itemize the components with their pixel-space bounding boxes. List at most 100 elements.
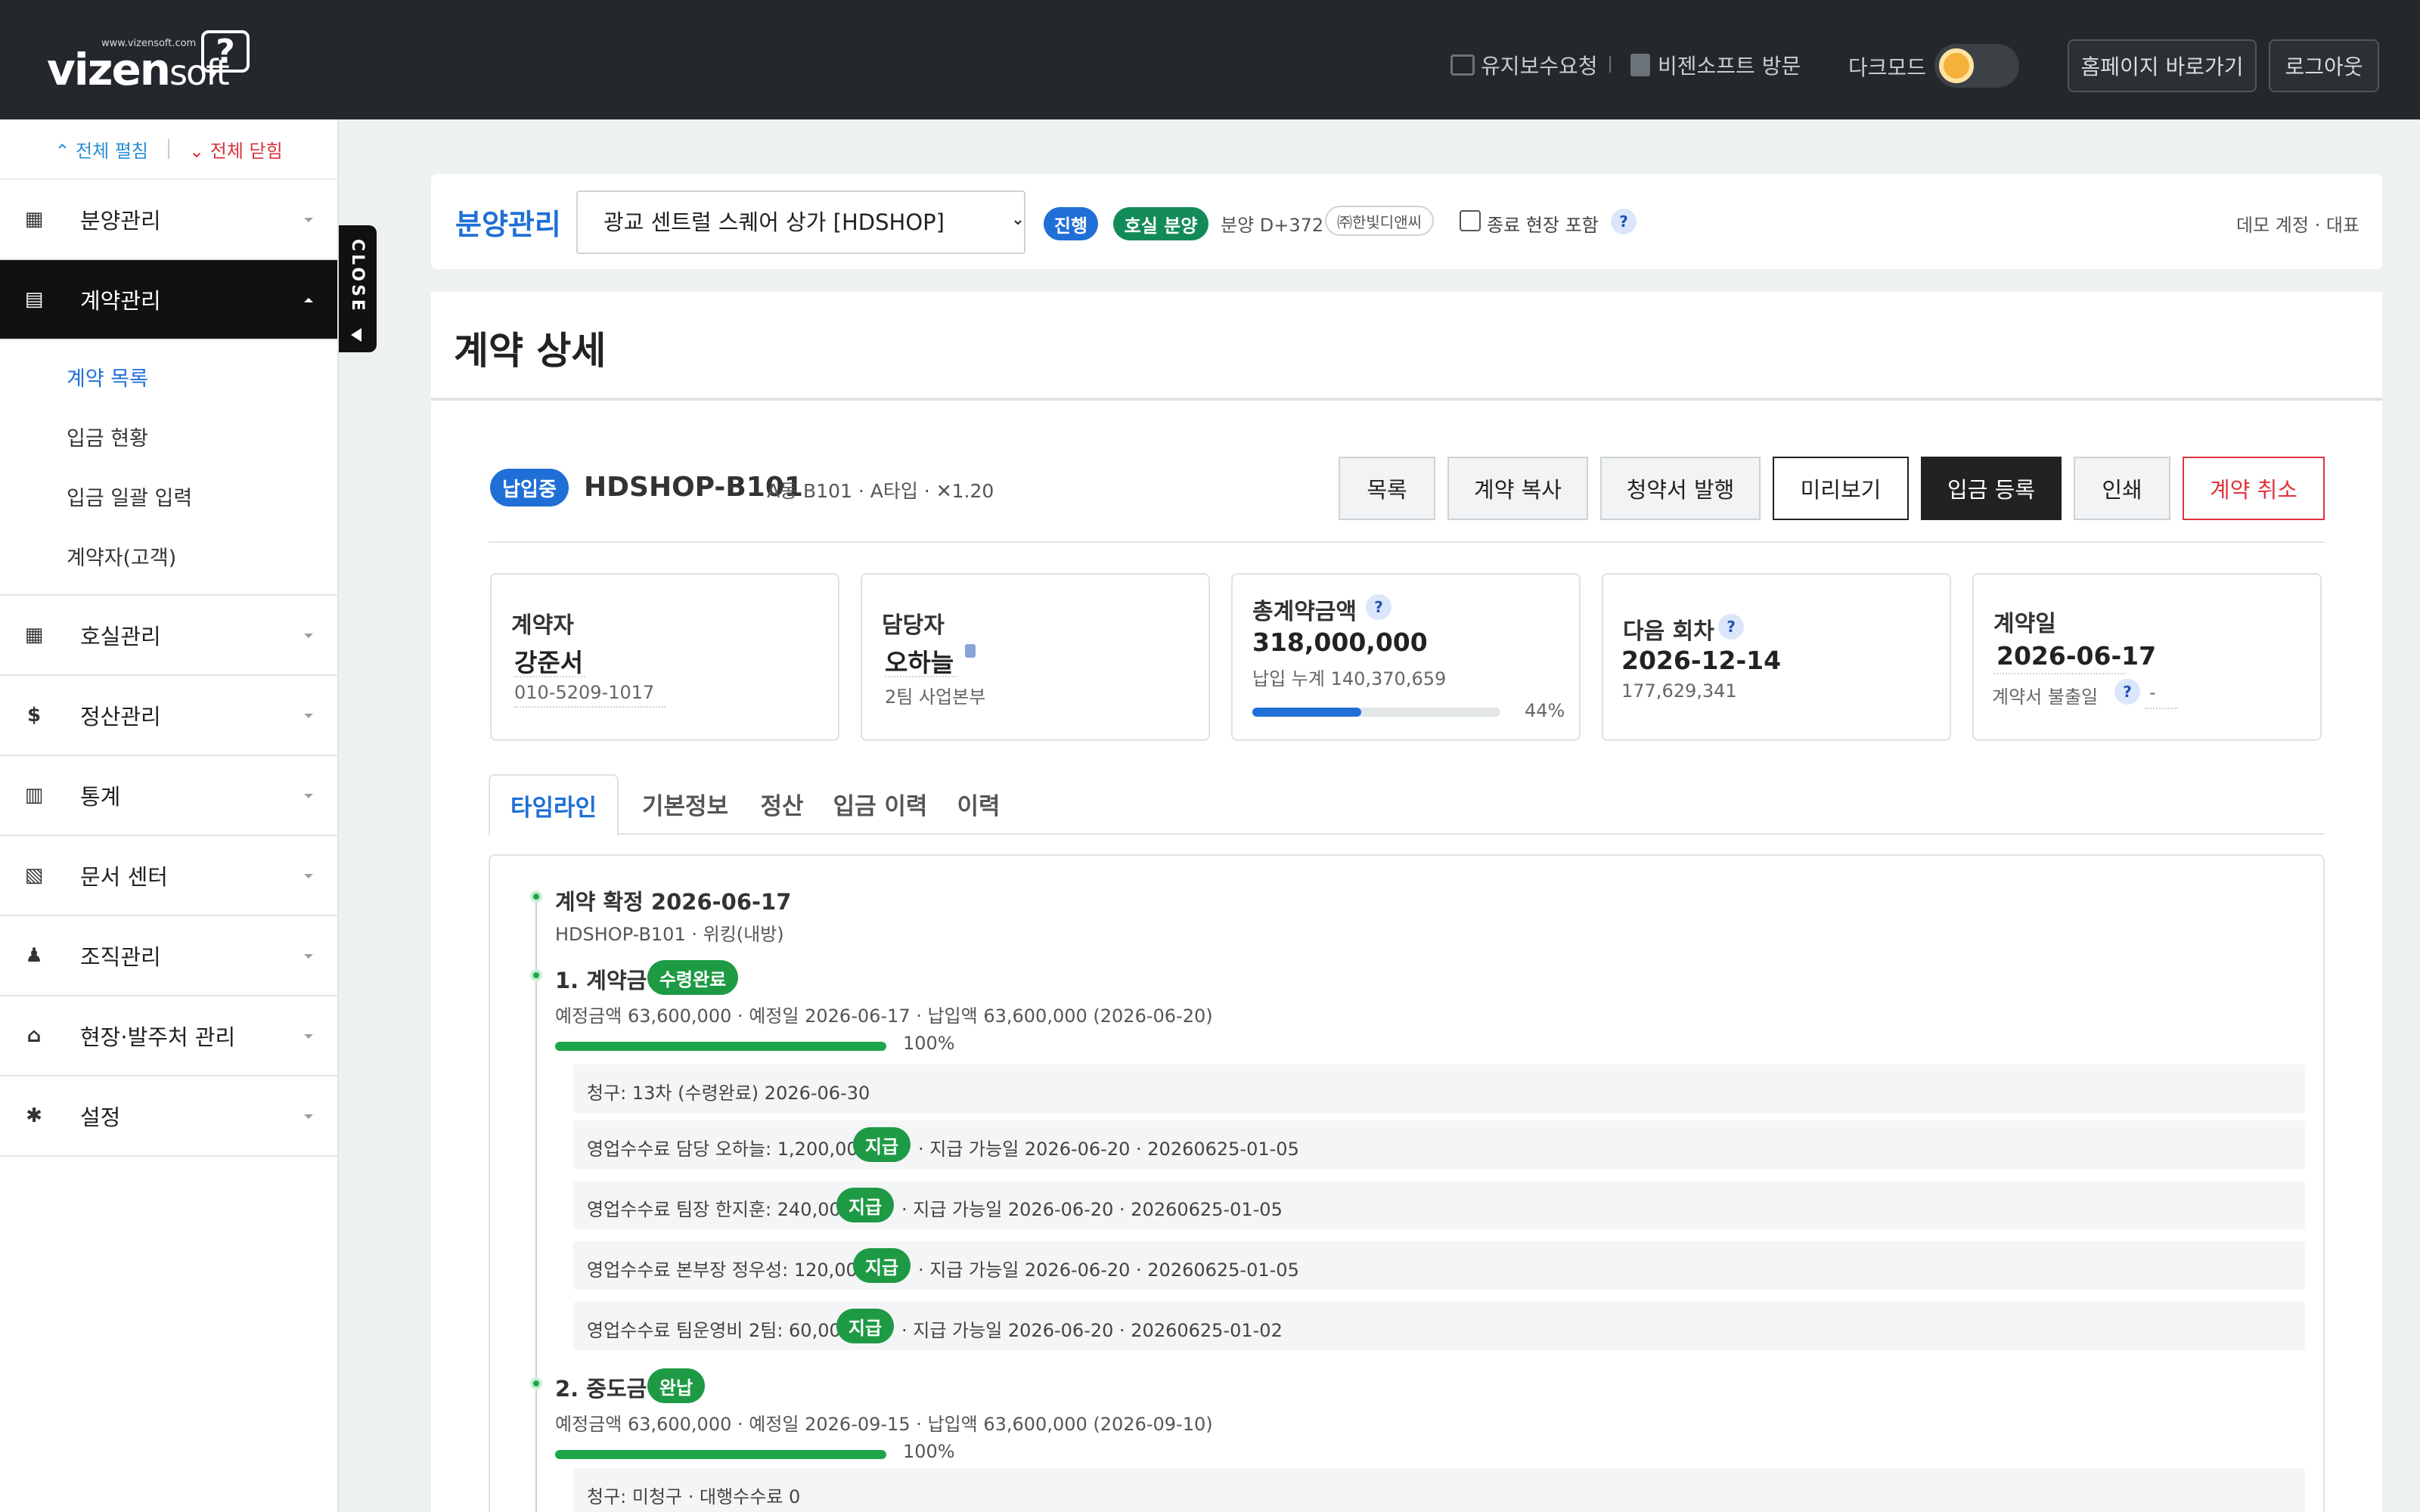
timeline-panel: 계약 확정 2026-06-17 HDSHOP-B101 · 위킹(내방) 1.… — [489, 854, 2325, 1512]
list-button[interactable]: 목록 — [1339, 457, 1435, 520]
homepage-button[interactable]: 홈페이지 바로가기 — [2068, 39, 2257, 92]
contractor-phone[interactable]: 010-5209-1017 — [514, 682, 654, 703]
sidebar-close-tab[interactable]: CLOSE — [339, 225, 377, 352]
copy-contract-button[interactable]: 계약 복사 — [1447, 457, 1588, 520]
lock-icon — [965, 644, 976, 658]
cancel-contract-button[interactable]: 계약 취소 — [2183, 457, 2325, 520]
stage1-meta: 예정금액 63,600,000 · 예정일 2026-06-17 · 납입액 6… — [555, 1005, 1213, 1027]
submenu-customers[interactable]: 계약자(고객) — [0, 528, 337, 588]
chevron-down-icon — [304, 634, 313, 638]
next-installment-card: 다음 회차 ? 2026-12-14 177,629,341 — [1602, 573, 1951, 741]
pdf-icon: ▧ — [24, 864, 44, 887]
stage1-badge: 수령완료 — [647, 960, 738, 995]
sidebar-item-settings[interactable]: ✱ 설정 — [0, 1077, 337, 1157]
sidebar-item-label: 설정 — [80, 1105, 121, 1130]
paid-progress-fill — [1252, 708, 1362, 717]
sidebar-item-label: 조직관리 — [80, 944, 161, 970]
sidebar-item-settlement[interactable]: $ 정산관리 — [0, 676, 337, 756]
sidebar-item-units[interactable]: ▦ 호실관리 — [0, 596, 337, 676]
tab-timeline[interactable]: 타임라인 — [489, 774, 619, 836]
contract-submit-value[interactable]: - — [2149, 682, 2156, 703]
row-tail: · 지급 가능일 2026-06-20 · 20260625-01-02 — [901, 1320, 1283, 1341]
issue-application-button[interactable]: 청약서 발행 — [1600, 457, 1761, 520]
sidebar-item-organization[interactable]: ♟ 조직관리 — [0, 916, 337, 996]
top-bar: www.vizensoft.com vizensoft ? 유지보수요청 비젠소… — [0, 0, 2420, 119]
logout-button[interactable]: 로그아웃 — [2269, 39, 2379, 92]
stage2-percent: 100% — [903, 1441, 955, 1462]
submenu-bulk-deposit[interactable]: 입금 일괄 입력 — [0, 469, 337, 528]
detail-tabs: 타임라인 기본정보 정산 입금 이력 이력 — [489, 773, 2325, 836]
underline — [2145, 708, 2178, 709]
tab-history[interactable]: 이력 — [950, 773, 1007, 835]
sidebar-item-stats[interactable]: ▥ 통계 — [0, 756, 337, 836]
sidebar: ⌃ 전체 펼침 ⌄ 전체 닫힘 ▦ 분양관리 ▤ 계약관리 계약 목록 입금 현… — [0, 119, 339, 1512]
chevron-down-icon — [304, 1034, 313, 1039]
paid-percent: 44% — [1525, 700, 1565, 721]
expand-all-button[interactable]: ⌃ 전체 펼침 — [54, 136, 148, 163]
contract-date[interactable]: 2026-06-17 — [1996, 641, 2156, 671]
submenu-contract-list[interactable]: 계약 목록 — [0, 349, 337, 409]
timeline-dot — [530, 891, 542, 903]
total-amount-card: 총계약금액 ? 318,000,000 납입 누계 140,370,659 44… — [1231, 573, 1581, 741]
next-amount: 177,629,341 — [1621, 680, 1737, 702]
status-badge-progress: 진행 — [1044, 207, 1098, 240]
sidebar-item-contracts[interactable]: ▤ 계약관리 — [0, 260, 337, 340]
submenu-deposit-status[interactable]: 입금 현황 — [0, 409, 337, 469]
stage2-progress-bar — [555, 1450, 886, 1459]
print-button[interactable]: 인쇄 — [2074, 457, 2170, 520]
include-closed-checkbox[interactable] — [1460, 210, 1481, 231]
preview-button[interactable]: 미리보기 — [1773, 457, 1909, 520]
timeline-line — [535, 900, 537, 1512]
underline — [514, 676, 585, 677]
row-text: 영업수수료 팀장 한지훈: 240,000 — [587, 1199, 853, 1220]
collapse-all-button[interactable]: ⌄ 전체 닫힘 — [189, 136, 283, 163]
tab-settlement[interactable]: 정산 — [753, 773, 811, 835]
chevron-down-icon — [304, 1114, 313, 1119]
sun-icon — [1939, 48, 1974, 83]
vizensoft-logo[interactable]: www.vizensoft.com vizensoft ? — [47, 27, 259, 95]
next-date: 2026-12-14 — [1621, 646, 1782, 675]
maintenance-link[interactable]: 유지보수요청 — [1450, 50, 1598, 80]
sidebar-item-sites[interactable]: ⌂ 현장·발주처 관리 — [0, 996, 337, 1077]
tab-basic-info[interactable]: 기본정보 — [637, 773, 734, 835]
visit-link[interactable]: 비젠소프트 방문 — [1630, 50, 1801, 80]
sidebar-item-sales[interactable]: ▦ 분양관리 — [0, 180, 337, 260]
calendar-icon — [1630, 54, 1650, 76]
darkmode-toggle[interactable] — [1934, 44, 2019, 88]
topbar-divider — [1609, 56, 1611, 73]
help-icon[interactable]: ? — [2114, 679, 2140, 705]
grid-icon: ▦ — [24, 624, 44, 646]
help-icon[interactable]: ? — [1611, 209, 1637, 234]
timeline-confirm-meta: HDSHOP-B101 · 위킹(내방) — [555, 924, 784, 945]
contractor-name[interactable]: 강준서 — [514, 643, 583, 679]
stage2-meta: 예정금액 63,600,000 · 예정일 2026-09-15 · 납입액 6… — [555, 1414, 1213, 1435]
include-closed-label: 종료 현장 포함 — [1487, 215, 1599, 236]
help-icon[interactable]: ? — [1366, 594, 1392, 620]
register-deposit-button[interactable]: 입금 등록 — [1921, 457, 2062, 520]
paid-badge: 지급 — [853, 1127, 911, 1162]
timeline-dot — [530, 969, 542, 981]
manager-name[interactable]: 오하늘 — [885, 643, 954, 679]
chevron-down-icon — [304, 954, 313, 959]
stage1-progress-bar — [555, 1042, 886, 1051]
status-badge-sale: 호실 분양 — [1113, 207, 1208, 240]
paid-sum: 납입 누계 140,370,659 — [1252, 668, 1447, 689]
close-tab-label: CLOSE — [348, 239, 367, 314]
sidebar-item-documents[interactable]: ▧ 문서 센터 — [0, 836, 337, 916]
sale-dday: 분양 D+372 — [1221, 215, 1324, 236]
settings-icon: ✱ — [26, 1105, 42, 1127]
sidebar-item-label: 통계 — [80, 784, 121, 810]
expand-collapse-bar: ⌃ 전체 펼침 ⌄ 전체 닫힘 — [0, 119, 337, 180]
underline — [885, 676, 956, 677]
row-tail: · 지급 가능일 2026-06-20 · 20260625-01-05 — [901, 1199, 1283, 1220]
sidebar-item-label: 호실관리 — [80, 624, 161, 649]
chevron-down-icon — [304, 218, 313, 222]
row-text: 영업수수료 본부장 정우성: 120,000 — [587, 1259, 870, 1281]
sidebar-item-label: 계약관리 — [80, 288, 161, 314]
contract-detail-card: 계약 상세 납입중 HDSHOP-B101 A동 B101 · A타입 · ✕1… — [431, 292, 2382, 1512]
tab-deposit-history[interactable]: 입금 이력 — [830, 773, 930, 835]
row-text: 청구: 미청구 · 대행수수료 0 — [587, 1486, 801, 1507]
help-icon[interactable]: ? — [1718, 614, 1744, 640]
next-label: 다음 회차 — [1623, 618, 1714, 645]
site-select[interactable]: 광교 센트럴 스퀘어 상가 [HDSHOP] — [576, 191, 1025, 254]
